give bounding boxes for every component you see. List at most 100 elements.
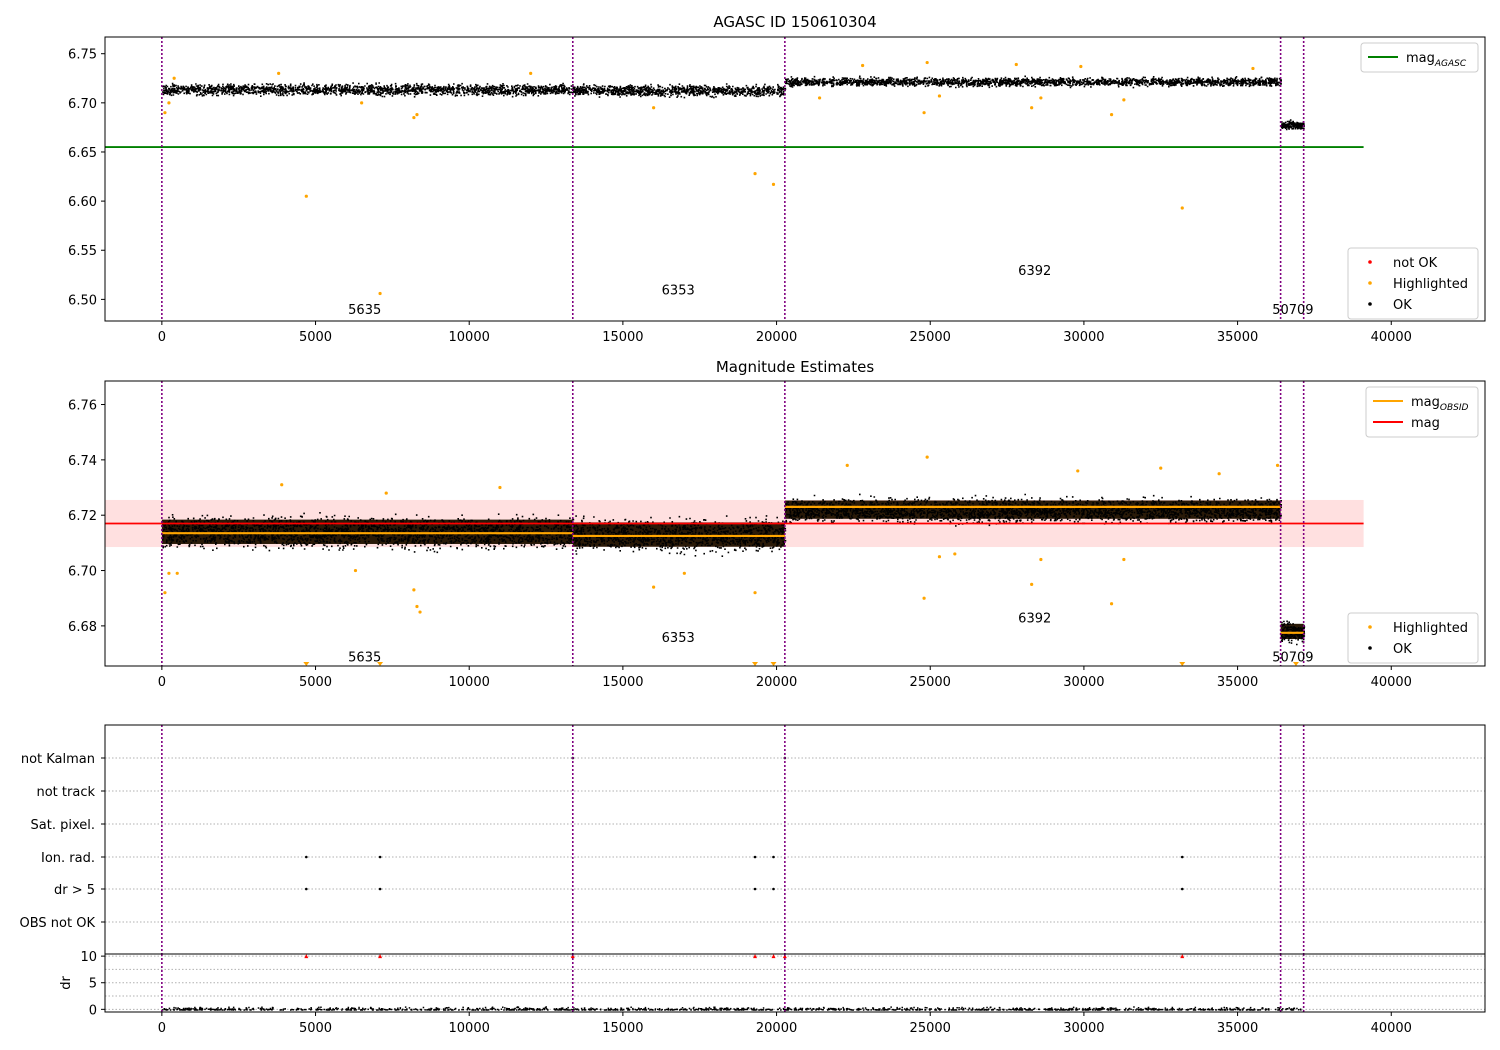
highlighted-point [415,113,419,117]
x-tick-label: 30000 [1063,330,1104,345]
flag-point [305,887,308,891]
y-tick-label: 6.65 [68,146,97,161]
flag-point [378,855,382,859]
highlighted-point [418,610,422,614]
highlighted-point [953,552,957,556]
flag-point [305,855,308,859]
highlighted-point [277,71,281,75]
highlighted-point [412,588,416,592]
y-tick-label: 6.60 [68,195,97,210]
highlighted-point [1109,602,1114,606]
highlighted-point [1014,62,1018,67]
obsid-label: 50709 [1272,303,1313,318]
y-tick-label: 6.68 [68,620,97,635]
chart-title-magnitude: Magnitude Estimates [716,358,874,376]
highlighted-point [922,596,926,600]
highlighted-point [652,106,656,110]
y-tick-label: 6.72 [68,509,97,524]
x-tick-label: 5000 [299,675,332,690]
flag-category-label: dr > 5 [54,883,95,898]
x-tick-label: 10000 [449,675,490,690]
highlighted-point [360,101,364,105]
obsid-label: 5635 [348,650,381,665]
legend-label: Highlighted [1393,621,1468,636]
highlighted-point [415,604,419,609]
flag-category-label: OBS not OK [20,916,96,931]
highlighted-point [925,455,929,459]
x-tick-label: 25000 [910,1021,951,1036]
legend-marker [1368,260,1372,264]
highlighted-point [937,94,942,98]
x-tick-label: 10000 [449,1021,490,1036]
highlighted-point [652,585,656,589]
highlighted-point [1030,582,1034,586]
figure: AGASC ID 150610304 56356353639250709 0 50… [20,13,1486,1036]
highlighted-point [1122,557,1126,562]
highlighted-point [922,111,926,115]
highlighted-point [1039,96,1043,100]
obsid-label: 5635 [348,303,381,318]
x-tick-label: 0 [158,330,166,345]
flag-category-label: not Kalman [21,752,95,767]
legend-label: not OK [1393,256,1438,271]
legend-label: mag [1411,416,1440,431]
x-tick-label: 5000 [299,1021,332,1036]
highlighted-point [498,485,502,490]
obsid-label: 6353 [662,284,695,299]
y-tick-label: 0 [89,1003,97,1018]
highlighted-point [1039,557,1043,562]
obsid-label: 50709 [1272,650,1313,665]
x-tick-label: 5000 [299,330,332,345]
clipped-marker [303,662,310,666]
highlighted-point [163,111,167,115]
highlighted-point [412,115,416,120]
y-tick-label: 10 [80,950,97,965]
highlighted-point [817,96,822,100]
x-tick-label: 25000 [910,330,951,345]
highlighted-point [353,568,358,573]
flag-point [753,887,757,891]
highlighted-point [1079,64,1083,69]
x-tick-label: 40000 [1371,330,1412,345]
highlighted-point [1122,98,1126,102]
highlighted-point [167,101,171,105]
obsid-label: 6392 [1018,612,1051,627]
legend-label: OK [1393,298,1412,313]
x-tick-label: 30000 [1063,675,1104,690]
x-tick-label: 15000 [602,330,643,345]
obsid-label: 6392 [1018,264,1051,279]
plot-frame [104,724,1486,955]
highlighted-point [163,591,167,595]
highlighted-point [378,291,382,296]
highlighted-point [1109,113,1114,117]
highlighted-point [937,555,942,559]
clipped-marker [770,662,777,666]
y-tick-label: 6.70 [68,97,97,112]
y-tick-label: 6.70 [68,565,97,580]
x-tick-label: 30000 [1063,1021,1104,1036]
highlighted-point [172,76,176,80]
flag-point [772,887,775,891]
x-tick-label: 35000 [1217,1021,1258,1036]
legend-marker [1368,625,1372,629]
x-tick-label: 0 [158,1021,166,1036]
highlighted-point [1251,66,1255,71]
legend-label: OK [1393,642,1412,657]
flag-point [753,855,757,859]
legend-marker [1368,646,1372,650]
highlighted-point [753,171,757,176]
y-axis-label-dr: dr [59,976,74,990]
highlighted-point [1076,469,1080,473]
y-tick-label: 6.50 [68,293,97,308]
x-tick-label: 20000 [756,1021,797,1036]
x-tick-label: 25000 [910,675,951,690]
flag-point [378,887,382,891]
highlighted-point [384,491,388,495]
flag-point [772,855,775,859]
highlighted-point [304,194,308,198]
x-tick-label: 35000 [1217,330,1258,345]
x-tick-label: 20000 [756,330,797,345]
highlighted-point [682,571,686,575]
legend-marker [1368,281,1372,285]
x-tick-label: 40000 [1371,1021,1412,1036]
